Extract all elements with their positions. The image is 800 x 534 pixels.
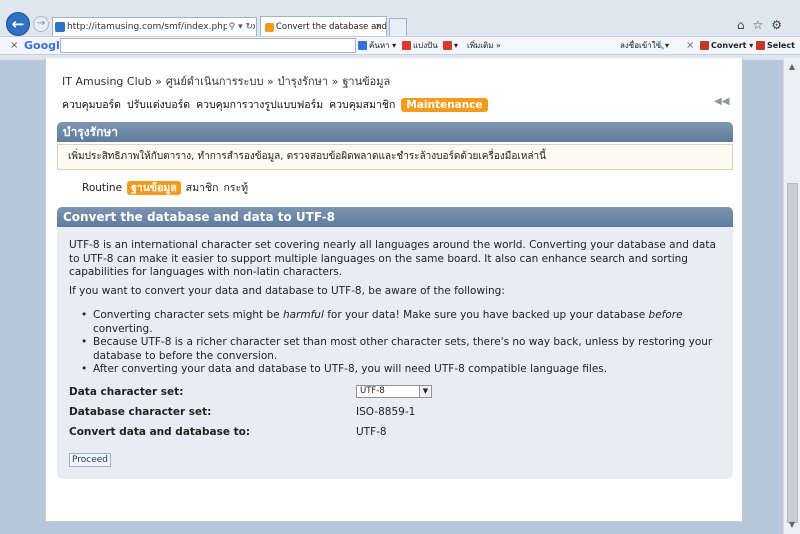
menu-item-settings[interactable]: ปรับแต่งบอร์ด: [127, 99, 190, 111]
share-label: แบ่งปัน: [413, 41, 438, 50]
bookmark-icon: [443, 41, 452, 50]
convert-label: Convert: [711, 41, 747, 50]
bullet-emphasis: before: [648, 309, 683, 321]
breadcrumb-item-database[interactable]: ฐานข้อมูล: [342, 75, 390, 88]
google-search-input[interactable]: [60, 38, 356, 53]
data-charset-select[interactable]: UTF-8 ▼: [356, 385, 432, 398]
breadcrumb-item-maintenance[interactable]: บำรุงรักษา »: [278, 75, 339, 88]
convert-button[interactable]: Convert ▾: [700, 37, 753, 54]
section-title: บำรุงรักษา: [57, 122, 733, 142]
search-label: ค้นหา: [369, 41, 390, 50]
google-toolbar: × Google ค้นหา ▾ แบ่งปัน ▾ เพิ่มเติม » ล…: [0, 36, 800, 55]
list-item: After converting your data and database …: [69, 363, 719, 377]
address-bar[interactable]: http://itamusing.com/smf/index.php?actio…: [52, 17, 257, 37]
wrench-icon[interactable]: 🔧▾: [655, 37, 669, 54]
convert-title: Convert the database and data to UTF-8: [57, 207, 733, 227]
share-button[interactable]: แบ่งปัน: [402, 37, 438, 54]
address-tools-icon[interactable]: ⚲ ▾ ↻: [226, 18, 253, 36]
chevron-down-icon[interactable]: ▼: [419, 386, 431, 397]
menu-item-maintenance[interactable]: Maintenance: [401, 98, 488, 112]
breadcrumb-item-admin[interactable]: ศูนย์ดำเนินการระบบ »: [166, 75, 274, 88]
toolbar-close-icon[interactable]: ×: [10, 37, 18, 54]
browser-navbar: ← → http://itamusing.com/smf/index.php?a…: [0, 8, 800, 38]
section-description: เพิ่มประสิทธิภาพให้กับตาราง, ทำการสำรองข…: [57, 144, 733, 170]
tab-favicon-icon: [265, 23, 274, 32]
select-label: Select: [767, 41, 795, 50]
select-icon: [756, 41, 765, 50]
menu-item-layout[interactable]: ควบคุมการวางรูปแบบฟอร์ม: [196, 99, 323, 111]
menu-item-members[interactable]: ควบคุมสมาชิก: [329, 99, 395, 111]
scroll-thumb[interactable]: [787, 183, 798, 523]
browser-chrome: ← → http://itamusing.com/smf/index.php?a…: [0, 0, 800, 60]
subtab-database[interactable]: ฐานข้อมูล: [127, 181, 181, 195]
data-charset-label: Data character set:: [69, 386, 184, 398]
more-button[interactable]: เพิ่มเติม »: [467, 37, 501, 54]
db-charset-value: ISO-8859-1: [356, 406, 416, 418]
convert-to-value: UTF-8: [356, 426, 387, 438]
pdf-icon: [700, 41, 709, 50]
bullet-text: Converting character sets might be: [93, 309, 283, 321]
subtab-routine[interactable]: Routine: [82, 182, 122, 194]
list-item: Because UTF-8 is a richer character set …: [69, 336, 719, 363]
convert-aware: If you want to convert your data and dat…: [69, 285, 505, 297]
back-button[interactable]: ←: [6, 12, 30, 36]
search-icon: [358, 41, 367, 50]
tab-title: Convert the database and d...: [276, 22, 387, 32]
convert-intro: UTF-8 is an international character set …: [69, 239, 716, 278]
close-icon[interactable]: ×: [686, 37, 694, 54]
menu-item-control[interactable]: ควบคุมบอร์ด: [62, 99, 121, 111]
new-tab-button[interactable]: [389, 18, 407, 36]
db-charset-label: Database character set:: [69, 406, 212, 418]
warning-list: Converting character sets might be harmf…: [69, 309, 719, 377]
window-controls-icon[interactable]: ⌂☆⚙: [737, 18, 790, 32]
breadcrumb: IT Amusing Club » ศูนย์ดำเนินการระบบ » บำร…: [62, 72, 394, 90]
select-button[interactable]: Select: [756, 37, 795, 54]
collapse-menu-icon[interactable]: ◀◀: [714, 96, 729, 107]
breadcrumb-item-forum[interactable]: IT Amusing Club »: [62, 75, 162, 88]
subtabs: Routine ฐานข้อมูล สมาชิก กระทู้: [82, 179, 253, 196]
list-item: Converting character sets might be harmf…: [69, 309, 719, 336]
share-icon: [402, 41, 411, 50]
convert-panel: UTF-8 is an international character set …: [57, 227, 733, 479]
forward-button[interactable]: →: [33, 16, 49, 32]
toolbar-extra-button[interactable]: ▾: [443, 37, 458, 54]
bullet-text: converting.: [93, 322, 153, 335]
scroll-up-icon[interactable]: ▲: [787, 62, 797, 72]
bullet-text: for your data! Make sure you have backed…: [323, 309, 649, 321]
convert-to-label: Convert data and database to:: [69, 426, 251, 438]
proceed-button[interactable]: Proceed: [69, 453, 112, 467]
google-search-button[interactable]: ค้นหา ▾: [358, 37, 396, 54]
scroll-down-icon[interactable]: ▼: [787, 520, 797, 530]
data-charset-value: UTF-8: [360, 386, 385, 396]
tab-close-icon[interactable]: ×: [375, 17, 382, 37]
browser-tab[interactable]: Convert the database and d... ×: [260, 16, 387, 38]
subtab-topics[interactable]: กระทู้: [224, 182, 249, 194]
subtab-members[interactable]: สมาชิก: [186, 182, 219, 194]
admin-menu: ควบคุมบอร์ด ปรับแต่งบอร์ด ควบคุมการวางรูปแ…: [62, 96, 494, 113]
scrollbar[interactable]: ▲ ▼: [783, 58, 800, 534]
site-favicon-icon: [55, 22, 65, 32]
bullet-emphasis: harmful: [282, 309, 324, 321]
